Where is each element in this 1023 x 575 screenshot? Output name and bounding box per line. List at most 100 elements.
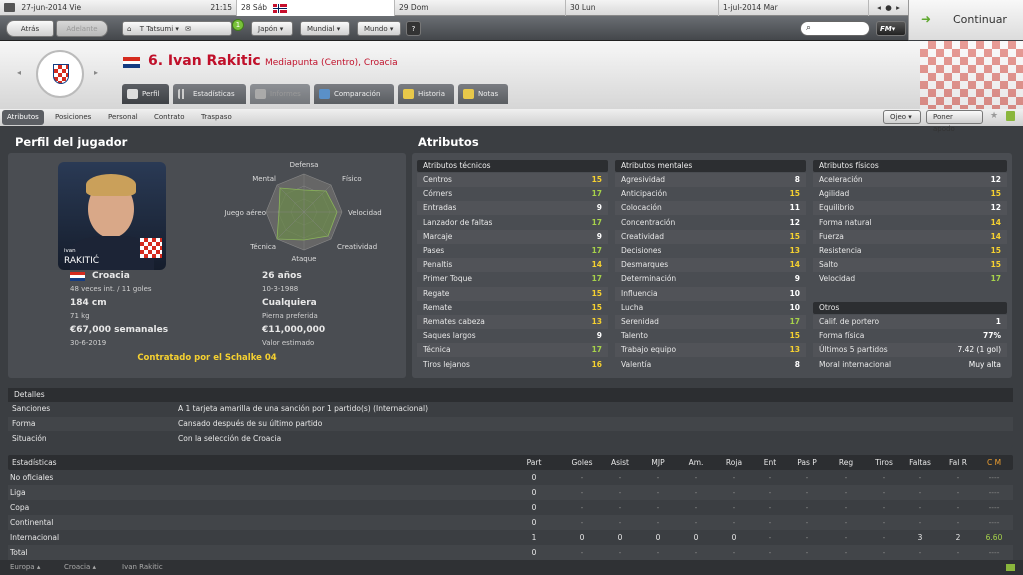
stats-column-header[interactable]: Asist	[602, 455, 638, 470]
search-input[interactable]: ⌕	[800, 21, 870, 36]
attribute-row: Aceleración 12	[813, 173, 1007, 187]
attribute-value: 15	[789, 189, 800, 199]
calendar-strip[interactable]: 27-jun-2014 Vie 21:15 28 Sáb 29 Dom 30 L…	[0, 0, 908, 16]
stats-column-header[interactable]: Pas P	[789, 455, 825, 470]
stats-column-header[interactable]: Am.	[678, 455, 714, 470]
stats-column-header[interactable]: Reg	[828, 455, 864, 470]
nickname-button[interactable]: Poner apodo	[926, 110, 983, 133]
stats-cell: -	[732, 473, 736, 482]
stats-column-header[interactable]: Tiros	[866, 455, 902, 470]
calendar-day-1[interactable]: 28 Sáb	[236, 0, 394, 16]
stats-cell: -	[732, 548, 736, 557]
subnav-atributos[interactable]: Atributos	[2, 110, 44, 125]
subnav-personal[interactable]: Personal	[103, 110, 143, 125]
stats-cell: -	[656, 488, 660, 497]
continue-button[interactable]: ➜ Continuar	[908, 0, 1023, 40]
stats-row[interactable]: Total 0- - - - - - - - - - - ----	[8, 545, 1013, 560]
stats-column-header[interactable]: Part	[516, 455, 552, 470]
attribute-row: Creatividad 15	[615, 229, 806, 244]
tab-historia[interactable]: Historia	[398, 84, 454, 104]
attribute-row: Agilidad 15	[813, 187, 1007, 201]
stats-column-header[interactable]: Fal R	[940, 455, 976, 470]
stats-cell: -	[656, 503, 660, 512]
attribute-label: Desmarques	[621, 260, 669, 270]
player-photo: ivan RAKITIĆ	[58, 162, 166, 270]
stats-cell: 0	[579, 533, 585, 542]
stats-column-header[interactable]: Roja	[716, 455, 752, 470]
attribute-value: 13	[591, 317, 602, 326]
calendar-next-icon[interactable]: ▸	[896, 3, 900, 12]
attribute-value: 17	[591, 246, 602, 255]
stats-row[interactable]: No oficiales 0- - - - - - - - - - - ----	[8, 470, 1013, 485]
attribute-row: Forma física 77%	[813, 329, 1007, 343]
current-date: 27-jun-2014 Vie	[21, 3, 82, 12]
attribute-value: 13	[789, 246, 800, 255]
stats-column-header[interactable]: Ent	[752, 455, 788, 470]
scout-menu[interactable]: Ojeo ▾	[883, 110, 921, 124]
stats-row[interactable]: Internacional 1 0 0 0 0 0 - - - - 3 2 6.60	[8, 530, 1013, 545]
calendar-day-4[interactable]: 1-jul-2014 Mar	[718, 0, 868, 16]
attribute-label: Moral internacional	[819, 359, 892, 369]
next-player-icon[interactable]: ▸	[94, 68, 98, 77]
tab-informes[interactable]: Informes	[250, 84, 310, 104]
svg-text:Técnica: Técnica	[249, 243, 276, 251]
tab-comparacion[interactable]: Comparación	[314, 84, 394, 104]
tab-notas[interactable]: Notas	[458, 84, 508, 104]
stats-cell: 6.60	[985, 533, 1003, 542]
stats-column-header[interactable]: MJP	[640, 455, 676, 470]
attribute-value: 17	[591, 189, 602, 199]
attribute-row: Moral internacional Muy alta	[813, 358, 1007, 372]
help-button[interactable]: ?	[406, 21, 421, 36]
stats-row-label: No oficiales	[10, 473, 54, 482]
attribute-label: Remates cabeza	[423, 317, 485, 326]
manager-menu[interactable]: ⌂ T Tatsumi ▾ ✉	[122, 21, 232, 36]
subnav-contrato[interactable]: Contrato	[149, 110, 190, 125]
footer-crumb-croatia[interactable]: Croacia ▴	[64, 560, 96, 575]
calendar-day-3[interactable]: 30 Lun	[565, 0, 718, 16]
attribute-row: Determinación 9	[615, 272, 806, 286]
nation: Croacia	[92, 271, 130, 281]
calendar-today[interactable]: 27-jun-2014 Vie	[0, 0, 110, 16]
attribute-row: Fuerza 14	[813, 229, 1007, 244]
stats-cell: 0	[531, 473, 537, 482]
subnav-traspaso[interactable]: Traspaso	[196, 110, 237, 125]
subnav-posiciones[interactable]: Posiciones	[50, 110, 96, 125]
footer-crumb-player[interactable]: Ivan Rakitic	[122, 560, 163, 575]
stats-cell: -	[732, 488, 736, 497]
forward-button[interactable]: Adelante	[56, 20, 108, 37]
attribute-label: Centros	[423, 175, 452, 184]
calendar-now-icon[interactable]: ●	[883, 3, 894, 12]
tab-perfil[interactable]: Perfil	[122, 84, 169, 104]
calendar-nav[interactable]: ◂ ● ▸	[868, 0, 908, 16]
stats-row[interactable]: Continental 0- - - - - - - - - - - ----	[8, 515, 1013, 530]
player-name: 6. Ivan Rakitic	[148, 53, 261, 69]
tab-estadisticas[interactable]: Estadísticas	[173, 84, 246, 104]
stats-row[interactable]: Liga 0- - - - - - - - - - - ----	[8, 485, 1013, 500]
world-cup-menu[interactable]: Mundial ▾	[300, 21, 350, 36]
height: 184 cm	[70, 298, 107, 308]
stats-row-label: Copa	[10, 503, 30, 512]
stats-cell: -	[956, 518, 960, 527]
stats-cell: -	[956, 548, 960, 557]
inbox-badge[interactable]: 1	[232, 19, 244, 31]
stats-row[interactable]: Copa 0- - - - - - - - - - - ----	[8, 500, 1013, 515]
croatia-crest-icon	[36, 50, 84, 98]
stats-column-header[interactable]: Faltas	[902, 455, 938, 470]
attribute-value: 8	[794, 359, 800, 369]
edit-icon[interactable]	[1006, 111, 1015, 121]
attribute-label: Tiros lejanos	[423, 359, 470, 369]
fm-menu[interactable]: FM▾	[876, 21, 906, 36]
star-icon[interactable]: ★	[990, 111, 998, 121]
stats-column-header[interactable]: C M	[976, 455, 1012, 470]
stats-cell: ----	[988, 518, 1000, 527]
footer-crumb-europe[interactable]: Europa ▴	[10, 560, 40, 575]
stats-column-header[interactable]: Goles	[564, 455, 600, 470]
world-menu[interactable]: Mundo ▾	[357, 21, 401, 36]
calendar-prev-icon[interactable]: ◂	[877, 3, 881, 12]
japan-menu[interactable]: Japón ▾	[251, 21, 293, 36]
attribute-label: Remate	[423, 302, 452, 312]
attribute-value: 9	[596, 231, 602, 241]
calendar-day-2[interactable]: 29 Dom	[394, 0, 565, 16]
back-button[interactable]: Atrás	[6, 20, 54, 37]
prev-player-icon[interactable]: ◂	[17, 68, 21, 77]
